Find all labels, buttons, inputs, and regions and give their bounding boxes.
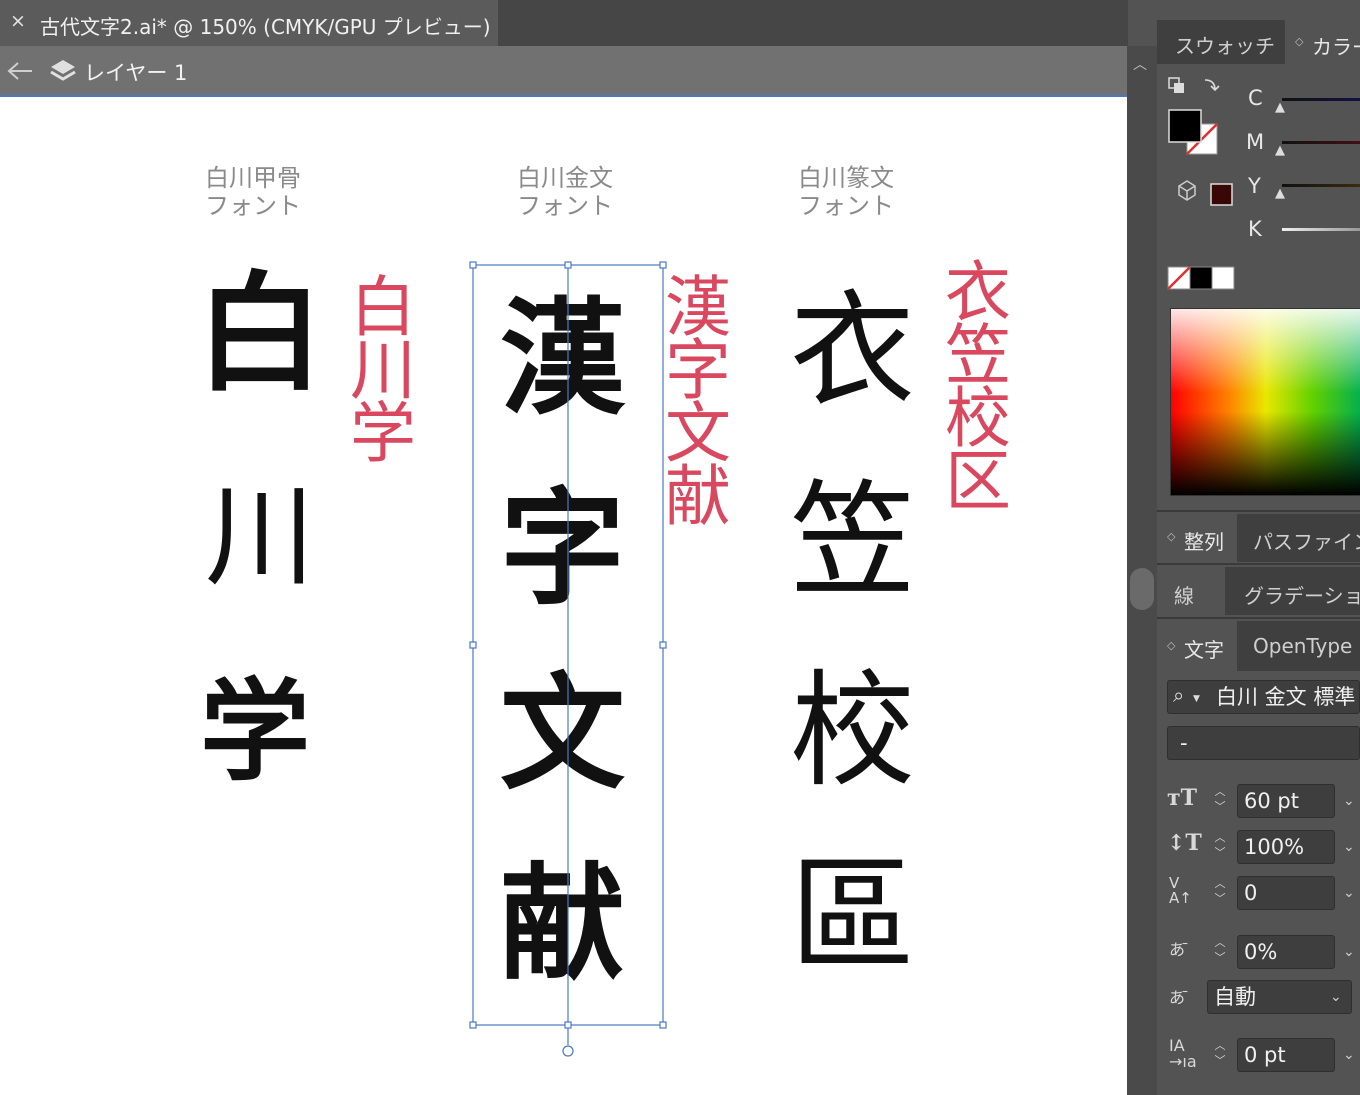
back-arrow-icon[interactable] <box>6 60 34 82</box>
seal-glyph-kawa: 川 <box>205 473 315 601</box>
cmyk-label-k: K <box>1248 217 1262 241</box>
artboard-canvas[interactable]: 白川甲骨 フォント 白川学 白 川 学 白川金文 フォント 漢字文献 漢 字 文… <box>0 97 1127 1095</box>
cmyk-label-c: C <box>1248 86 1263 110</box>
red-text-kinugasakouku: 衣笠校区 <box>934 257 1011 509</box>
scrollbar-thumb[interactable] <box>1130 568 1154 610</box>
seal-glyph-kou: 校 <box>790 659 915 804</box>
seal-glyph-gaku: 学 <box>200 667 310 796</box>
font-label-tenbun: 白川篆文 フォント <box>798 164 894 220</box>
leading-dropdown-icon[interactable]: ⌄ <box>1343 839 1355 855</box>
tsume-dropdown-icon[interactable]: ⌄ <box>1343 944 1355 960</box>
properties-panel: スウォッチ ◇ カラー C ▲ M ▲ Y ▲ K ◇ 整列 パスファインダー <box>1157 0 1360 1095</box>
leading-icon: ↕T <box>1167 830 1202 856</box>
quick-swatches[interactable] <box>1167 266 1237 290</box>
font-label-koukotsu: 白川甲骨 フォント <box>205 164 301 220</box>
tracking-dropdown-icon[interactable]: ⌄ <box>1343 1047 1355 1063</box>
kerning-dropdown-icon[interactable]: ⌄ <box>1343 885 1355 901</box>
tab-color[interactable]: カラー <box>1312 31 1360 60</box>
slider-thumb-m[interactable]: ▲ <box>1275 143 1285 158</box>
layer-name[interactable]: レイヤー 1 <box>84 57 187 87</box>
leading-field[interactable]: 100% <box>1237 830 1335 864</box>
document-tab[interactable]: × 古代文字2.ai* @ 150% (CMYK/GPU プレビュー) <box>0 0 498 46</box>
collapse-icon-align[interactable]: ◇ <box>1167 530 1175 543</box>
kerning-field[interactable]: 0 <box>1237 876 1335 910</box>
close-icon[interactable]: × <box>10 10 26 32</box>
red-text-hakugawagaku: 白川学 <box>339 272 416 461</box>
slider-k[interactable] <box>1282 228 1360 231</box>
cmyk-label-y: Y <box>1248 174 1261 198</box>
font-size-dropdown-icon[interactable]: ⌄ <box>1343 793 1355 809</box>
tracking-field[interactable]: 0 pt <box>1237 1038 1335 1072</box>
font-size-icon: ᴛT <box>1167 785 1198 811</box>
leading-stepper[interactable]: ︿ ﹀ <box>1207 830 1233 864</box>
tab-align[interactable]: 整列 <box>1184 526 1224 555</box>
kerning-icon: V A↑ <box>1169 874 1192 907</box>
tab-character[interactable]: 文字 <box>1184 634 1224 663</box>
tracking-icon: IA →ıa <box>1169 1036 1197 1071</box>
slider-c[interactable] <box>1282 98 1360 101</box>
layer-breadcrumb-bar: レイヤー 1 <box>0 46 1127 97</box>
color-spectrum[interactable] <box>1170 308 1360 496</box>
tsume-stepper[interactable]: ︿ ﹀ <box>1207 935 1233 969</box>
seal-glyph-ku: 區 <box>790 844 915 989</box>
collapse-icon-char[interactable]: ◇ <box>1167 639 1175 652</box>
font-style-field[interactable]: - <box>1167 726 1360 760</box>
document-title: 古代文字2.ai* @ 150% (CMYK/GPU プレビュー) <box>40 15 491 39</box>
search-icon[interactable]: ⌕ <box>1173 683 1184 707</box>
layers-icon <box>50 60 76 81</box>
seal-glyph-haku: 白 <box>195 259 324 409</box>
font-size-stepper[interactable]: ︿ ﹀ <box>1207 784 1233 818</box>
slider-y[interactable] <box>1282 184 1360 187</box>
aki-icon: あ̄ <box>1169 988 1186 1007</box>
aki-dropdown-icon[interactable]: ⌄ <box>1330 989 1342 1005</box>
tab-stroke[interactable]: 線 <box>1174 580 1194 609</box>
tsume-icon: あ̄ <box>1169 940 1186 959</box>
tab-swatches[interactable]: スウォッチ <box>1175 30 1275 59</box>
tab-opentype[interactable]: OpenType <box>1253 634 1352 658</box>
slider-thumb-c[interactable]: ▲ <box>1275 100 1285 115</box>
slider-m[interactable] <box>1282 141 1360 144</box>
chevron-down-icon[interactable]: ▼ <box>1193 694 1200 704</box>
scroll-up-icon[interactable]: ︿ <box>1133 54 1147 74</box>
cmyk-label-m: M <box>1246 130 1265 154</box>
tracking-stepper[interactable]: ︿ ﹀ <box>1207 1038 1233 1072</box>
tsume-field[interactable]: 0% <box>1237 935 1335 969</box>
slider-thumb-y[interactable]: ▲ <box>1275 186 1285 201</box>
tab-collapse-icon[interactable]: ◇ <box>1295 35 1303 48</box>
tab-gradient[interactable]: グラデーション <box>1244 580 1360 609</box>
tab-pathfinder[interactable]: パスファインダー <box>1253 526 1360 555</box>
selection-bounding-box[interactable] <box>465 257 675 1062</box>
seal-glyph-kasa: 笠 <box>790 469 915 614</box>
seal-glyph-i: 衣 <box>790 279 915 424</box>
kerning-stepper[interactable]: ︿ ﹀ <box>1207 876 1233 910</box>
font-size-field[interactable]: 60 pt <box>1237 784 1335 818</box>
font-label-kinbun: 白川金文 フォント <box>517 164 613 220</box>
tab-bar-empty <box>498 0 1128 46</box>
fill-stroke-widget[interactable] <box>1167 74 1235 224</box>
